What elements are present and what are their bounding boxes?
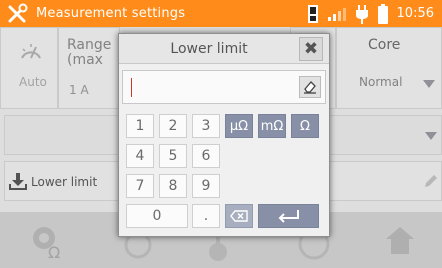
key-5[interactable]: 5	[159, 144, 187, 168]
signal-bars-icon	[327, 7, 346, 21]
status-bar: Measurement settings 10:56	[0, 0, 442, 27]
enter-button[interactable]	[258, 204, 319, 228]
key-6[interactable]: 6	[192, 144, 220, 168]
screen-title: Measurement settings	[36, 6, 186, 21]
unit-milli-ohm-button[interactable]: mΩ	[258, 114, 286, 138]
clock: 10:56	[396, 6, 434, 21]
key-1[interactable]: 1	[126, 114, 154, 138]
enter-icon	[278, 210, 299, 223]
dialog-header: Lower limit ✖	[119, 34, 329, 64]
value-input[interactable]	[122, 70, 326, 104]
key-7[interactable]: 7	[126, 174, 154, 198]
key-3[interactable]: 3	[192, 114, 220, 138]
clear-button[interactable]	[299, 76, 321, 98]
key-2[interactable]: 2	[159, 114, 187, 138]
key-8[interactable]: 8	[159, 174, 187, 198]
wrench-screwdriver-icon	[8, 3, 28, 22]
text-caret	[131, 78, 132, 97]
key-0[interactable]: 0	[126, 204, 188, 228]
power-plug-icon	[355, 4, 368, 24]
unit-ohm-button[interactable]: Ω	[291, 114, 319, 138]
close-button[interactable]: ✖	[299, 37, 323, 61]
eraser-icon	[304, 81, 316, 94]
key-decimal-point[interactable]: .	[192, 204, 220, 228]
key-4[interactable]: 4	[126, 144, 154, 168]
lower-limit-dialog: Lower limit ✖ 1 2 3 µΩ mΩ Ω 4 5 6 7 8 9 …	[118, 33, 330, 237]
backspace-icon	[230, 210, 248, 222]
unit-micro-ohm-button[interactable]: µΩ	[225, 114, 253, 138]
backspace-button[interactable]	[225, 204, 253, 228]
key-9[interactable]: 9	[192, 174, 220, 198]
close-icon: ✖	[303, 39, 319, 59]
sd-card-icon	[307, 4, 318, 23]
dialog-title: Lower limit	[170, 41, 248, 57]
battery-icon	[377, 3, 388, 24]
